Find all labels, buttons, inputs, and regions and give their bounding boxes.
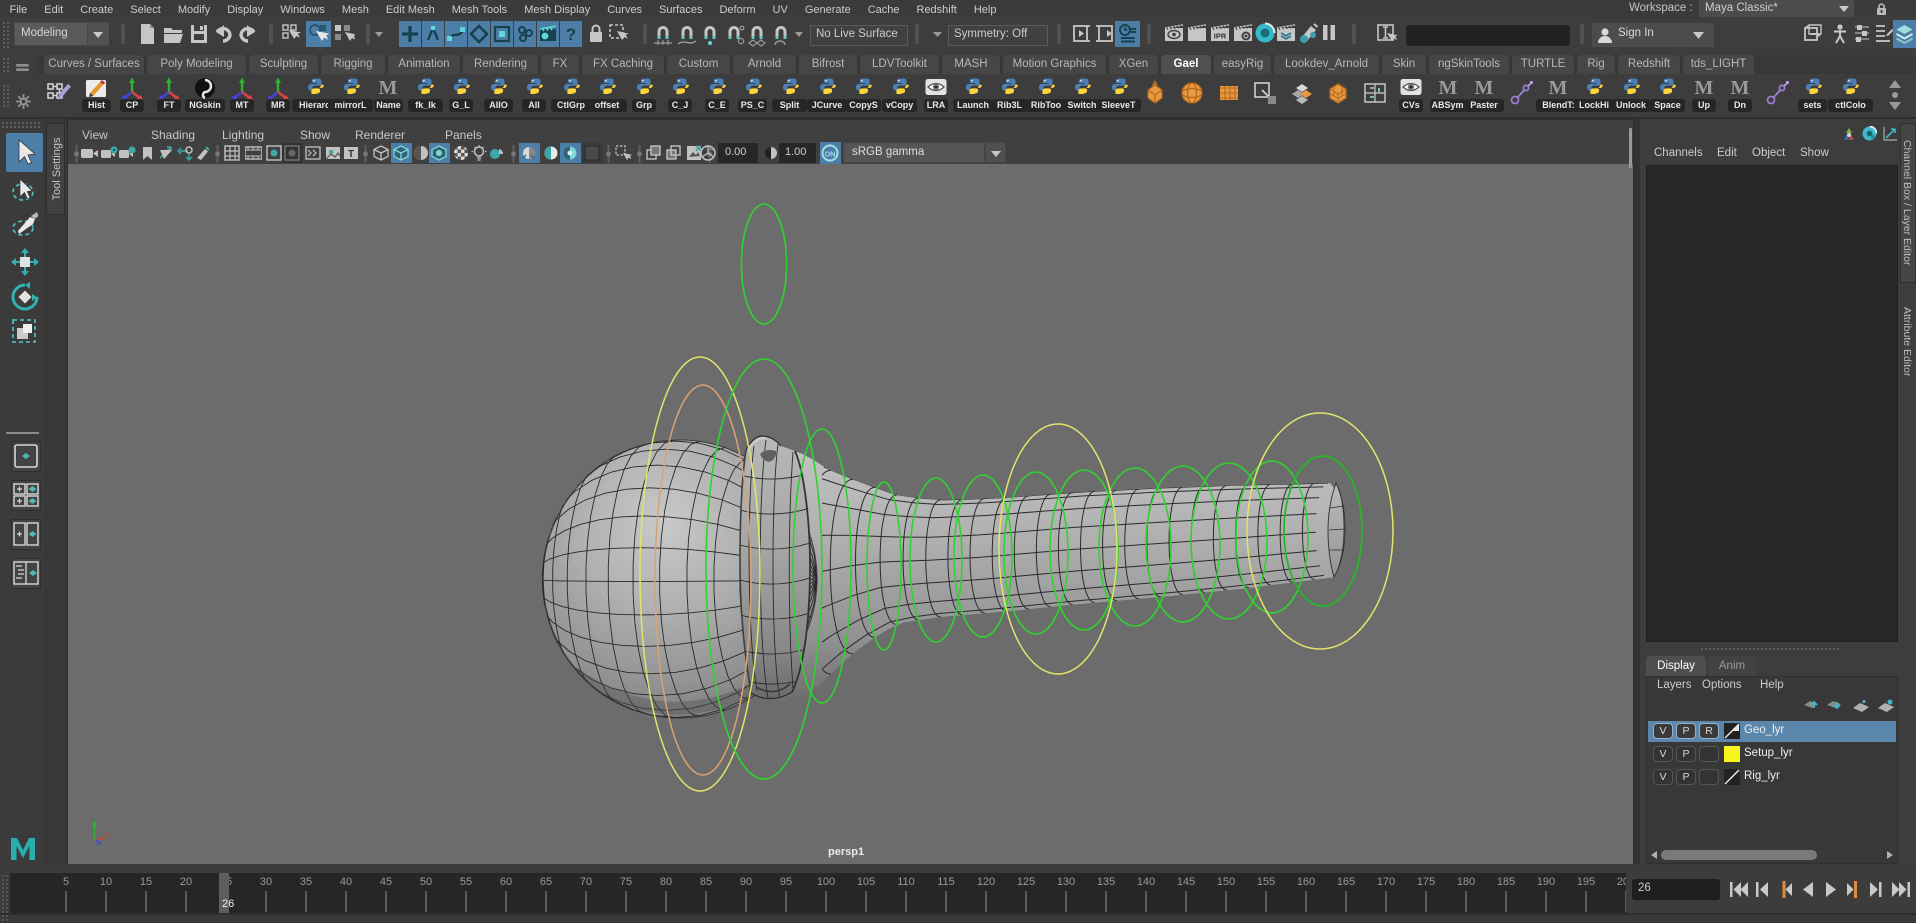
svg-text:z: z bbox=[96, 838, 100, 847]
svg-text:75: 75 bbox=[620, 876, 632, 888]
svg-text:T: T bbox=[348, 149, 354, 160]
svg-text:45: 45 bbox=[380, 876, 392, 888]
svg-text:90: 90 bbox=[740, 876, 752, 888]
svg-text:M: M bbox=[1475, 77, 1494, 99]
svg-text:190: 190 bbox=[1537, 876, 1555, 888]
svg-text:5: 5 bbox=[63, 876, 69, 888]
svg-text:135: 135 bbox=[1097, 876, 1115, 888]
svg-text:35: 35 bbox=[300, 876, 312, 888]
svg-text:125: 125 bbox=[1017, 876, 1035, 888]
svg-text:ON: ON bbox=[825, 152, 836, 159]
svg-text:15: 15 bbox=[140, 876, 152, 888]
svg-text:10: 10 bbox=[100, 876, 112, 888]
svg-text:150: 150 bbox=[1217, 876, 1235, 888]
svg-text:140: 140 bbox=[1137, 876, 1155, 888]
svg-text:60: 60 bbox=[500, 876, 512, 888]
svg-text:185: 185 bbox=[1497, 876, 1515, 888]
svg-text:180: 180 bbox=[1457, 876, 1475, 888]
svg-text:85: 85 bbox=[700, 876, 712, 888]
svg-text:20: 20 bbox=[180, 876, 192, 888]
svg-text:50: 50 bbox=[420, 876, 432, 888]
svg-text:M: M bbox=[1439, 77, 1458, 99]
svg-text:175: 175 bbox=[1417, 876, 1435, 888]
svg-text:130: 130 bbox=[1057, 876, 1075, 888]
svg-text:160: 160 bbox=[1297, 876, 1315, 888]
svg-text:M: M bbox=[1731, 77, 1750, 99]
svg-text:115: 115 bbox=[937, 876, 955, 888]
svg-text:100: 100 bbox=[817, 876, 835, 888]
svg-text:?: ? bbox=[566, 25, 576, 44]
svg-text:70: 70 bbox=[580, 876, 592, 888]
svg-text:40: 40 bbox=[340, 876, 352, 888]
svg-text:155: 155 bbox=[1257, 876, 1275, 888]
svg-text:200: 200 bbox=[1617, 876, 1626, 888]
svg-text:M: M bbox=[1549, 77, 1568, 99]
svg-text:55: 55 bbox=[460, 876, 472, 888]
svg-text:80: 80 bbox=[660, 876, 672, 888]
svg-text:95: 95 bbox=[780, 876, 792, 888]
svg-text:120: 120 bbox=[977, 876, 995, 888]
svg-text:105: 105 bbox=[857, 876, 875, 888]
svg-text:M: M bbox=[379, 77, 398, 99]
svg-text:195: 195 bbox=[1577, 876, 1595, 888]
svg-text:65: 65 bbox=[540, 876, 552, 888]
svg-text:M: M bbox=[1695, 77, 1714, 99]
svg-text:165: 165 bbox=[1337, 876, 1355, 888]
svg-text:170: 170 bbox=[1377, 876, 1395, 888]
svg-text:145: 145 bbox=[1177, 876, 1195, 888]
svg-text:110: 110 bbox=[897, 876, 915, 888]
svg-text:30: 30 bbox=[260, 876, 272, 888]
svg-text:x: x bbox=[106, 830, 110, 839]
svg-text:IPR: IPR bbox=[1214, 32, 1227, 41]
